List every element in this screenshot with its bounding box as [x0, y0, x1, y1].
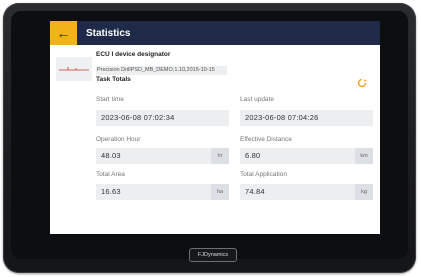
operation-hour-label: Operation Hour — [96, 136, 141, 143]
total-area-field: 16.63 — [96, 184, 211, 200]
effective-distance-field: 6.80 — [240, 148, 355, 164]
operation-hour-unit: hr — [211, 148, 229, 164]
total-application-unit: kg — [355, 184, 373, 200]
refresh-icon[interactable] — [357, 78, 367, 88]
device-model: Precision DrillPSD_MB_DEMO,1.10,2015-10-… — [96, 66, 227, 75]
back-button[interactable]: ← — [50, 21, 77, 45]
section-title: Task Totals — [96, 76, 131, 83]
device-thumbnail — [56, 57, 92, 81]
arrow-left-icon: ← — [56, 25, 71, 41]
total-area-label: Total Area — [96, 171, 125, 178]
total-application-field: 74.84 — [240, 184, 355, 200]
start-time-label: Start time — [96, 96, 124, 103]
effective-distance-label: Effective Distance — [240, 136, 292, 143]
operation-hour-field: 48.03 — [96, 148, 211, 164]
effective-distance-unit: km — [355, 148, 373, 164]
brand-logo: FJDynamics — [189, 248, 237, 262]
last-update-field: 2023-06-08 07:04:26 — [240, 110, 373, 126]
app-screen: ← Statistics ECU I device designator Pre… — [50, 21, 380, 234]
start-time-field: 2023-06-08 07:02:34 — [96, 110, 229, 126]
device-title: ECU I device designator — [96, 51, 171, 58]
total-area-unit: ha — [211, 184, 229, 200]
total-application-label: Total Application — [240, 171, 287, 178]
last-update-label: Last update — [240, 96, 274, 103]
title-bar: ← Statistics — [50, 21, 380, 45]
page-title: Statistics — [86, 27, 131, 39]
